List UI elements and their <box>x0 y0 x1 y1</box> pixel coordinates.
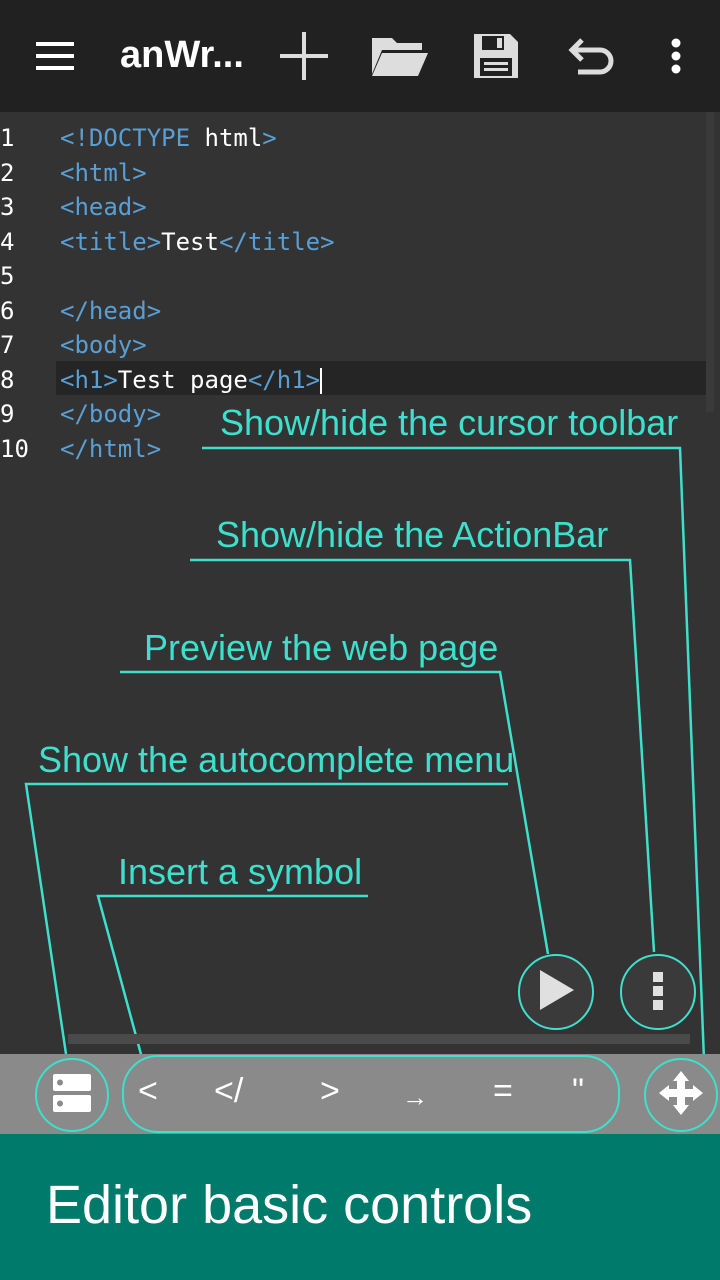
symbol-gt-button[interactable]: > <box>320 1072 340 1111</box>
toggle-actionbar-button[interactable] <box>620 954 696 1030</box>
horizontal-scrollbar[interactable] <box>68 1034 690 1044</box>
list-icon <box>52 1073 92 1118</box>
symbol-group <box>122 1055 620 1133</box>
preview-button[interactable] <box>518 954 594 1030</box>
more-vert-icon <box>652 970 664 1015</box>
symbol-tab-button[interactable]: → <box>402 1082 428 1113</box>
symbol-close-tag-button[interactable]: </ <box>214 1072 243 1111</box>
symbol-quote-button[interactable]: " <box>572 1072 584 1111</box>
move-icon <box>658 1070 704 1121</box>
play-icon <box>536 968 576 1017</box>
cursor-toolbar-button[interactable] <box>644 1058 718 1132</box>
caption-banner: Editor basic controls <box>0 1134 720 1280</box>
autocomplete-button[interactable] <box>35 1058 109 1132</box>
symbol-lt-button[interactable]: < <box>138 1072 158 1111</box>
caption-title: Editor basic controls <box>46 1175 533 1235</box>
symbol-equals-button[interactable]: = <box>493 1072 513 1111</box>
